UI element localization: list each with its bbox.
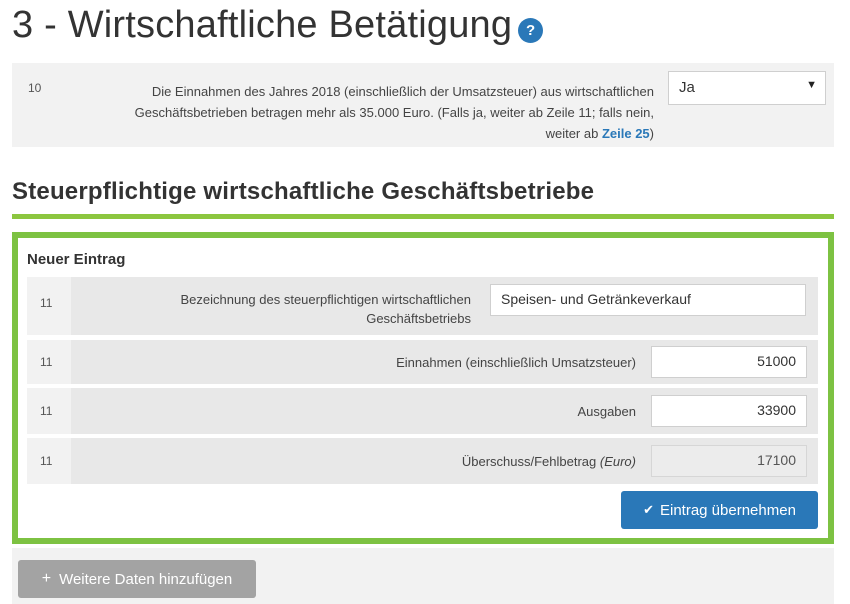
- new-entry-panel: Neuer Eintrag 11 Bezeichnung des steuerp…: [12, 232, 834, 544]
- field-label: Überschuss/Fehlbetrag (Euro): [111, 452, 636, 471]
- ausgaben-input[interactable]: 33900: [651, 395, 807, 427]
- plus-icon: +: [41, 570, 52, 587]
- caret-down-icon: ▼: [806, 79, 817, 91]
- row-label-cell: Einnahmen (einschließlich Umsatzsteuer) …: [71, 340, 818, 384]
- line-number: 11: [40, 355, 53, 369]
- field-label-text: Überschuss/Fehlbetrag: [461, 454, 597, 469]
- field-label: Einnahmen (einschließlich Umsatzsteuer): [396, 355, 636, 370]
- question-text: Die Einnahmen des Jahres 2018 (einschlie…: [72, 81, 654, 144]
- section-title: Steuerpflichtige wirtschaftliche Geschäf…: [12, 178, 595, 205]
- form-row-einnahmen: 11 Einnahmen (einschließlich Umsatzsteue…: [27, 340, 818, 384]
- field-label-line1: Bezeichnung des steuerpflichtigen wirtsc…: [180, 292, 471, 307]
- select-value: Ja: [679, 79, 695, 96]
- row-label-cell: Ausgaben 33900: [71, 388, 818, 434]
- field-label: Ausgaben: [577, 404, 636, 419]
- form-row-bezeichnung: 11 Bezeichnung des steuerpflichtigen wir…: [27, 277, 818, 335]
- check-icon: ✔: [643, 502, 654, 517]
- line-number: 11: [40, 296, 53, 310]
- question-row-10: 10 Die Einnahmen des Jahres 2018 (einsch…: [12, 63, 834, 147]
- bezeichnung-input[interactable]: Speisen- und Getränkeverkauf: [490, 284, 806, 316]
- ueberschuss-readonly-field: 17100: [651, 445, 807, 477]
- zeile-25-link[interactable]: Zeile 25: [602, 126, 650, 141]
- yes-no-select[interactable]: Ja ▼: [668, 71, 826, 105]
- question-text-line3-prefix: weiter ab: [545, 126, 602, 141]
- help-icon[interactable]: ?: [518, 18, 544, 43]
- line-number: 11: [40, 454, 53, 468]
- row-label-cell: Überschuss/Fehlbetrag (Euro) 17100: [71, 438, 818, 484]
- field-label: Bezeichnung des steuerpflichtigen wirtsc…: [111, 290, 471, 328]
- question-text-line3: weiter ab Zeile 25): [72, 123, 654, 144]
- entry-heading: Neuer Eintrag: [27, 251, 126, 268]
- form-row-ausgaben: 11 Ausgaben 33900: [27, 388, 818, 434]
- row-number-cell: 11: [27, 388, 71, 434]
- weitere-daten-hinzufuegen-button[interactable]: + Weitere Daten hinzufügen: [18, 560, 256, 598]
- question-text-line2: Geschäftsbetrieben betragen mehr als 35.…: [134, 105, 654, 120]
- section-divider: [12, 214, 834, 219]
- button-label: Eintrag übernehmen: [659, 501, 796, 519]
- question-text-line3-suffix: ): [649, 126, 654, 141]
- row-number-cell: 11: [27, 340, 71, 384]
- field-label-line2: Geschäftsbetriebs: [366, 311, 471, 326]
- button-label: Weitere Daten hinzufügen: [59, 570, 233, 588]
- eintrag-uebernehmen-button[interactable]: ✔ Eintrag übernehmen: [621, 491, 818, 529]
- field-label-unit: (Euro): [599, 454, 636, 469]
- page-title: 3 - Wirtschaftliche Betätigung ?: [12, 4, 544, 47]
- line-number: 10: [28, 81, 42, 95]
- einnahmen-input[interactable]: 51000: [651, 346, 807, 378]
- row-label-cell: Bezeichnung des steuerpflichtigen wirtsc…: [71, 277, 818, 335]
- page-title-text: 3 - Wirtschaftliche Betätigung: [12, 4, 513, 46]
- row-number-cell: 11: [27, 277, 71, 335]
- form-row-ueberschuss: 11 Überschuss/Fehlbetrag (Euro) 17100: [27, 438, 818, 484]
- question-text-line1: Die Einnahmen des Jahres 2018 (einschlie…: [151, 84, 654, 99]
- row-number-cell: 11: [27, 438, 71, 484]
- line-number: 11: [40, 404, 53, 418]
- footer-band: + Weitere Daten hinzufügen: [12, 548, 834, 604]
